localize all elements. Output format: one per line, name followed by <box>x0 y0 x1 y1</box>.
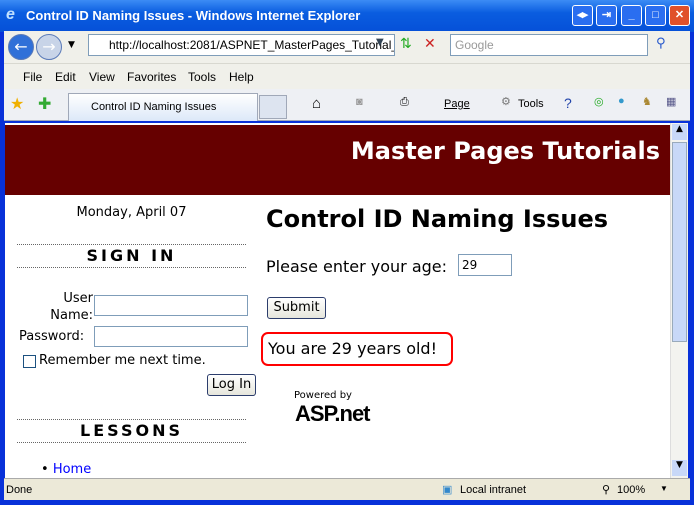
remember-label: Remember me next time. <box>39 353 206 368</box>
tab-label: Control ID Naming Issues <box>91 101 217 113</box>
url-text: http://localhost:2081/ASPNET_MasterPages… <box>109 38 395 52</box>
zoom-level[interactable]: 100% <box>617 484 645 496</box>
history-dropdown-icon[interactable]: ▼ <box>68 40 75 50</box>
divider <box>17 244 246 245</box>
divider <box>17 419 246 420</box>
window-title: Control ID Naming Issues - Windows Inter… <box>26 8 361 23</box>
minimize-button[interactable]: _ <box>621 5 642 26</box>
age-prompt: Please enter your age: <box>266 257 448 276</box>
login-button[interactable]: Log In <box>207 374 256 396</box>
password-input[interactable] <box>94 326 248 347</box>
ie-logo-icon: e <box>6 6 15 23</box>
site-header: Master Pages Tutorials <box>5 125 670 195</box>
menu-tools[interactable]: Tools <box>188 70 216 84</box>
age-input[interactable] <box>458 254 512 276</box>
status-text: Done <box>6 484 33 496</box>
close-button[interactable]: ✕ <box>669 5 690 26</box>
page-content: Master Pages Tutorials Monday, April 07 … <box>5 123 670 478</box>
new-tab-button[interactable] <box>259 95 287 119</box>
menu-file[interactable]: File <box>23 70 42 84</box>
page-menu[interactable]: Page <box>444 98 470 110</box>
vertical-scrollbar[interactable]: ▲ ▼ <box>670 123 688 478</box>
date-label: Monday, April 07 <box>76 205 187 220</box>
lesson-link-home[interactable]: Home <box>53 462 91 477</box>
page-title: Control ID Naming Issues <box>266 205 609 233</box>
address-dropdown-icon[interactable]: ▼ <box>376 37 384 48</box>
extension-icon[interactable]: ♞ <box>642 95 652 108</box>
address-input[interactable]: http://localhost:2081/ASPNET_MasterPages… <box>88 34 395 56</box>
switch-icon[interactable]: ⇥ <box>596 5 617 26</box>
zoom-icon: ⚲ <box>602 484 611 496</box>
back-button[interactable]: ← <box>8 34 34 60</box>
submit-button[interactable]: Submit <box>267 297 326 319</box>
lesson-item: • Home <box>41 462 92 477</box>
divider <box>17 442 246 443</box>
scroll-up-button[interactable]: ▲ <box>672 124 687 140</box>
password-label: Password: <box>19 329 85 344</box>
refresh-icon[interactable]: ⇅ <box>400 36 412 52</box>
username-label: User Name: <box>50 291 93 323</box>
intranet-icon: ▣ <box>442 484 453 496</box>
powered-by-label: Powered by <box>294 390 352 401</box>
scroll-down-button[interactable]: ▼ <box>672 460 687 476</box>
aspnet-logo: ASP.net <box>295 401 371 426</box>
maximize-button[interactable]: □ <box>645 5 666 26</box>
menu-favorites[interactable]: Favorites <box>127 70 176 84</box>
result-message: You are 29 years old! <box>261 332 453 366</box>
favorites-star-icon[interactable]: ★ <box>10 94 24 114</box>
research-tool-icon[interactable]: ▦ <box>666 95 676 108</box>
status-bar: Done ▣ Local intranet ⚲ 100% ▼ <box>4 478 690 500</box>
scroll-thumb[interactable] <box>672 142 687 342</box>
zone-label: Local intranet <box>460 484 527 496</box>
help-icon[interactable]: ? <box>564 95 572 111</box>
print-icon[interactable]: ⎙ <box>400 96 409 109</box>
restore-icon[interactable]: ◂▸ <box>572 5 593 26</box>
remember-checkbox[interactable] <box>23 355 36 368</box>
lessons-heading: LESSONS <box>80 421 183 440</box>
signin-heading: SIGN IN <box>86 246 177 265</box>
home-icon[interactable]: ⌂ <box>312 95 321 112</box>
tab-bar: ★ ✚ Control ID Naming Issues ⌂ ◙ ⎙ Page … <box>4 89 690 121</box>
messenger-icon[interactable]: ● <box>618 95 625 107</box>
add-favorite-icon[interactable]: ✚ <box>38 94 51 114</box>
title-bar: e Control ID Naming Issues - Windows Int… <box>0 0 694 32</box>
search-input[interactable]: Google <box>450 34 648 56</box>
stop-icon[interactable]: ✕ <box>424 36 436 52</box>
divider <box>17 267 246 268</box>
research-icon[interactable]: ◎ <box>594 95 604 108</box>
menu-help[interactable]: Help <box>229 70 254 84</box>
menu-edit[interactable]: Edit <box>55 70 76 84</box>
search-icon[interactable]: ⚲ <box>656 36 666 51</box>
forward-button[interactable]: → <box>36 34 62 60</box>
feeds-icon[interactable]: ◙ <box>356 96 363 108</box>
username-input[interactable] <box>94 295 248 316</box>
gear-icon: ⚙ <box>501 96 511 108</box>
search-placeholder: Google <box>455 38 494 52</box>
navigation-bar: ← → ▼ http://localhost:2081/ASPNET_Maste… <box>4 31 690 63</box>
menu-bar: File Edit View Favorites Tools Help <box>4 63 690 89</box>
tab-control-id-naming-issues[interactable]: Control ID Naming Issues <box>68 93 258 121</box>
menu-view[interactable]: View <box>89 70 115 84</box>
tools-menu[interactable]: Tools <box>518 98 544 110</box>
zoom-dropdown-icon[interactable]: ▼ <box>660 484 668 493</box>
